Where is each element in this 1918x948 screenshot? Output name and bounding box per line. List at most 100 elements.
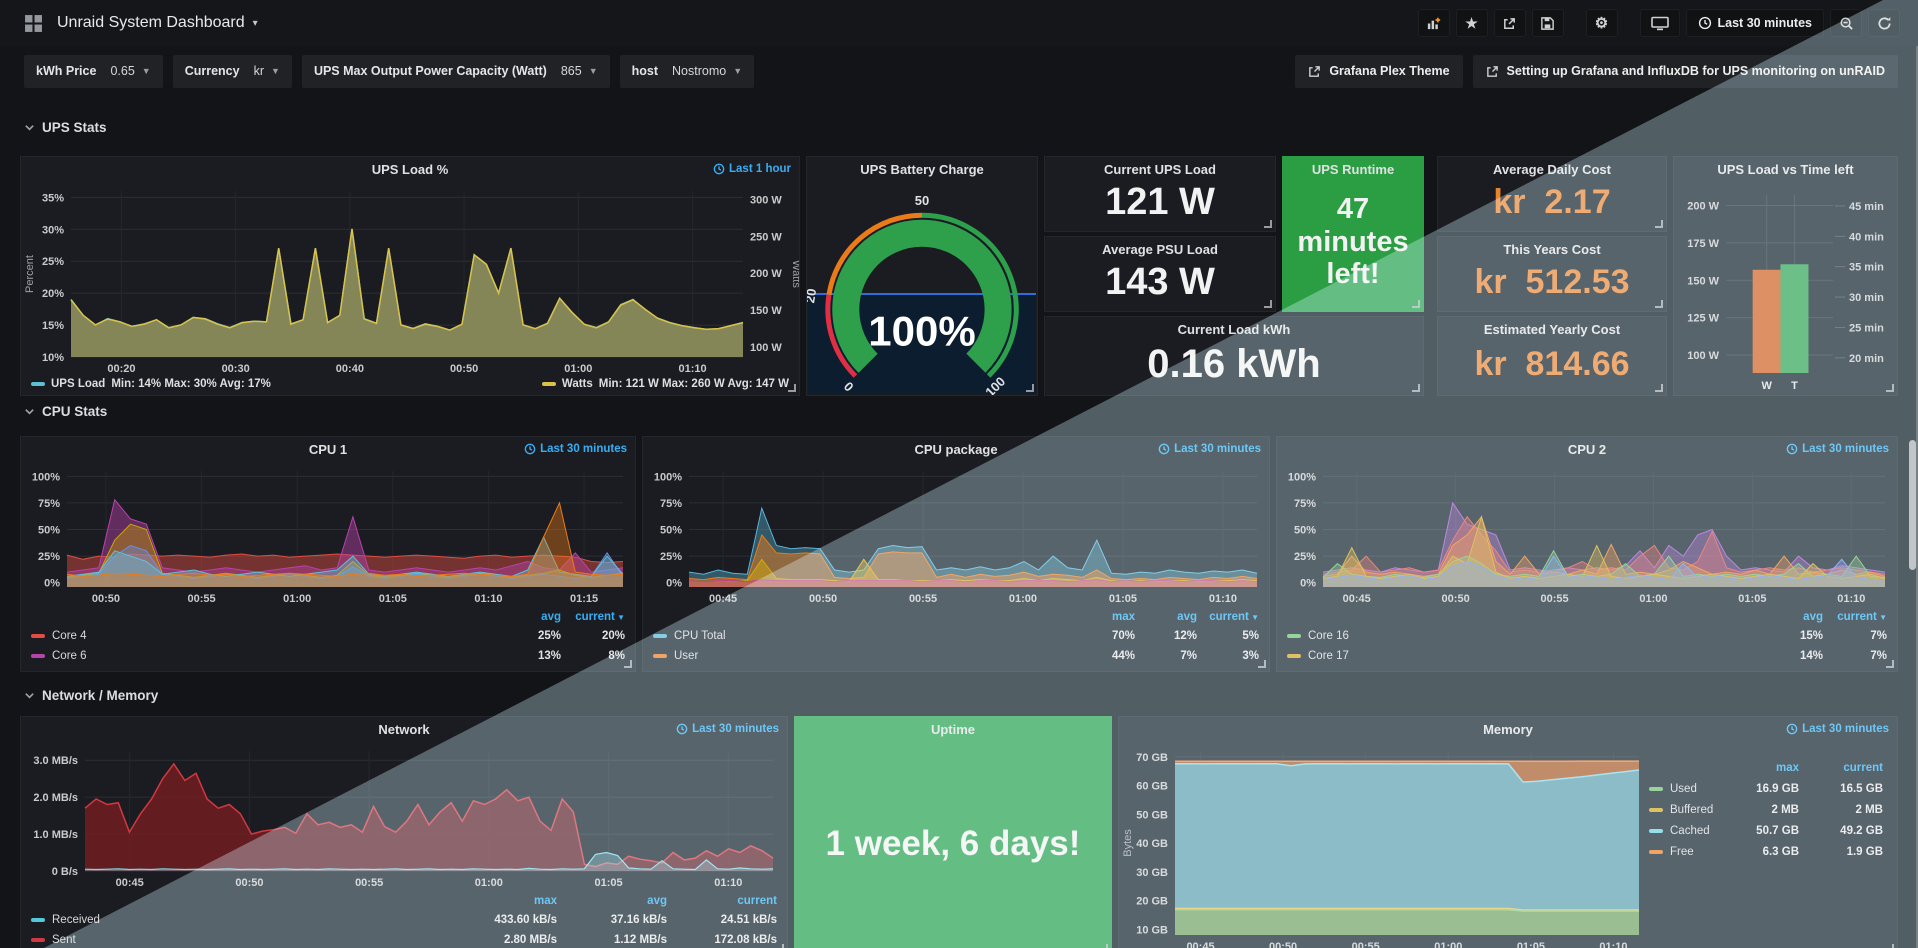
svg-text:50%: 50% <box>1294 525 1316 537</box>
apps-grid-icon[interactable] <box>24 14 43 33</box>
section-cpu-stats[interactable]: CPU Stats <box>24 404 107 419</box>
link-grafana-plex-theme[interactable]: Grafana Plex Theme <box>1295 55 1462 88</box>
panel-title[interactable]: Average PSU Load <box>1045 237 1275 261</box>
panel-time-badge[interactable]: Last 1 hour <box>713 163 791 175</box>
legend-col-header[interactable]: current <box>1799 762 1883 774</box>
legend-series-name[interactable]: Core 4 <box>52 630 497 642</box>
panel-title[interactable]: Average Daily Cost <box>1438 157 1666 181</box>
panel-title[interactable]: UPS Runtime <box>1283 157 1423 181</box>
panel-title[interactable]: Network <box>21 717 787 741</box>
legend-series-name[interactable]: Core 17 <box>1308 650 1759 662</box>
legend-series-name[interactable]: CPU Total <box>674 630 1073 642</box>
share-button[interactable] <box>1494 9 1526 37</box>
panel-title[interactable]: This Years Cost <box>1438 237 1666 261</box>
svg-text:20%: 20% <box>42 288 64 300</box>
panel-title[interactable]: Estimated Yearly Cost <box>1438 317 1666 341</box>
legend-col-header[interactable]: avg <box>557 895 667 907</box>
settings-button[interactable]: ⚙ <box>1586 9 1618 37</box>
legend-col-header[interactable]: max <box>1715 762 1799 774</box>
variable-kwh-price[interactable]: kWh Price 0.65▼ <box>24 55 163 88</box>
dashboard-title-text: Unraid System Dashboard <box>57 14 245 32</box>
panel-time-badge[interactable]: Last 30 minutes <box>1158 443 1261 455</box>
add-panel-button[interactable] <box>1418 9 1450 37</box>
clock-icon <box>1158 443 1170 455</box>
ups-load-chart[interactable]: 35%30%25%20%15%10%00:2000:3000:4000:5001… <box>21 181 799 377</box>
panel-title[interactable]: Uptime <box>795 717 1111 741</box>
stat-value: 143 W <box>1045 261 1275 312</box>
section-ups-stats[interactable]: UPS Stats <box>24 120 107 135</box>
memory-chart[interactable]: 70 GB60 GB50 GB40 GB30 GB20 GB10 GB00:45… <box>1119 741 1649 948</box>
svg-text:25 min: 25 min <box>1849 322 1884 334</box>
panel-title[interactable]: UPS Battery Charge <box>807 157 1037 181</box>
panel-cpu-1: CPU 1 Last 30 minutes 100%75%50%25%0%00:… <box>20 436 636 672</box>
legend-col-header[interactable]: current <box>667 895 777 907</box>
svg-text:25%: 25% <box>42 256 64 268</box>
panel-ups-battery-charge: UPS Battery Charge 02050100100% <box>806 156 1038 396</box>
svg-text:01:05: 01:05 <box>594 877 622 889</box>
panel-title[interactable]: Current UPS Load <box>1045 157 1275 181</box>
legend-col-header[interactable]: avg <box>497 611 561 623</box>
scrollbar-thumb[interactable] <box>1909 440 1916 570</box>
legend-series-name[interactable]: Core 16 <box>1308 630 1759 642</box>
chevron-down-icon: ▼ <box>142 66 151 76</box>
svg-text:00:50: 00:50 <box>1442 593 1470 605</box>
external-link-icon <box>1486 65 1499 78</box>
legend-col-header[interactable]: avg <box>1135 611 1197 623</box>
legend-series-name[interactable]: User <box>674 650 1073 662</box>
save-button[interactable] <box>1532 9 1564 37</box>
legend-series-name[interactable]: Free <box>1670 846 1715 858</box>
legend-series-name[interactable]: Sent <box>52 934 447 946</box>
panel-time-badge[interactable]: Last 30 minutes <box>676 723 779 735</box>
stat-value: 121 W <box>1045 181 1275 232</box>
section-network-memory[interactable]: Network / Memory <box>24 688 158 703</box>
panel-title[interactable]: UPS Load % <box>21 157 799 181</box>
cpu2-legend: avgcurrent ▼Core 1615%7%Core 1714%7% <box>1277 607 1897 671</box>
legend-series-name[interactable]: Used <box>1670 783 1715 795</box>
cycle-view-button[interactable] <box>1640 9 1680 37</box>
legend-col-header[interactable]: current ▼ <box>1823 611 1887 623</box>
panel-time-badge[interactable]: Last 30 minutes <box>1786 443 1889 455</box>
panel-title[interactable]: UPS Load vs Time left <box>1674 157 1897 181</box>
legend-col-header[interactable]: avg <box>1759 611 1823 623</box>
svg-text:01:00: 01:00 <box>283 593 311 605</box>
legend-series-name[interactable]: Core 6 <box>52 650 497 662</box>
legend-value: 13% <box>497 650 561 662</box>
link-grafana-influxdb-guide[interactable]: Setting up Grafana and InfluxDB for UPS … <box>1473 55 1898 88</box>
network-chart[interactable]: 3.0 MB/s2.0 MB/s1.0 MB/s0 B/s00:4500:500… <box>21 741 787 891</box>
panel-time-badge[interactable]: Last 30 minutes <box>524 443 627 455</box>
dashboard-title[interactable]: Unraid System Dashboard ▾ <box>57 14 258 32</box>
star-button[interactable]: ★ <box>1456 9 1488 37</box>
panel-time-badge[interactable]: Last 30 minutes <box>1786 723 1889 735</box>
legend-value: 3% <box>1197 650 1259 662</box>
stat-value: 0.16 kWh <box>1045 341 1423 395</box>
legend-series-name[interactable]: Watts <box>562 378 593 390</box>
svg-text:10%: 10% <box>42 352 64 364</box>
legend-value: 2.80 MB/s <box>447 934 557 946</box>
legend-value: 1.12 MB/s <box>557 934 667 946</box>
panel-title[interactable]: Current Load kWh <box>1045 317 1423 341</box>
svg-text:15%: 15% <box>42 320 64 332</box>
legend-col-header[interactable]: max <box>447 895 557 907</box>
variable-currency[interactable]: Currency kr▼ <box>173 55 292 88</box>
svg-text:25%: 25% <box>1294 551 1316 563</box>
legend-col-header[interactable]: current ▼ <box>561 611 625 623</box>
cpu1-chart[interactable]: 100%75%50%25%0%00:5000:5501:0001:0501:10… <box>21 461 635 607</box>
panel-memory: Memory Last 30 minutes 70 GB60 GB50 GB40… <box>1118 716 1898 948</box>
legend-col-header[interactable]: max <box>1073 611 1135 623</box>
panel-title[interactable]: Memory <box>1119 717 1897 741</box>
legend-series-name[interactable]: Cached <box>1670 825 1715 837</box>
panel-ups-runtime: UPS Runtime 47 minutes left! <box>1282 156 1424 312</box>
legend-series-name[interactable]: UPS Load <box>51 378 105 390</box>
variable-host[interactable]: host Nostromo▼ <box>620 55 755 88</box>
legend-col-header[interactable]: current ▼ <box>1197 611 1259 623</box>
legend-series-name[interactable]: Buffered <box>1670 804 1715 816</box>
zoom-out-button[interactable] <box>1830 9 1862 37</box>
variable-ups-max-output[interactable]: UPS Max Output Power Capacity (Watt) 865… <box>302 55 610 88</box>
time-range-picker[interactable]: Last 30 minutes <box>1686 9 1824 37</box>
legend-series-name[interactable]: Received <box>52 914 447 926</box>
cpu-package-chart[interactable]: 100%75%50%25%0%00:4500:5000:5501:0001:05… <box>643 461 1269 607</box>
refresh-button[interactable] <box>1868 9 1900 37</box>
svg-text:25%: 25% <box>660 551 682 563</box>
svg-text:300 W: 300 W <box>750 194 782 206</box>
cpu2-chart[interactable]: 100%75%50%25%0%00:4500:5000:5501:0001:05… <box>1277 461 1897 607</box>
